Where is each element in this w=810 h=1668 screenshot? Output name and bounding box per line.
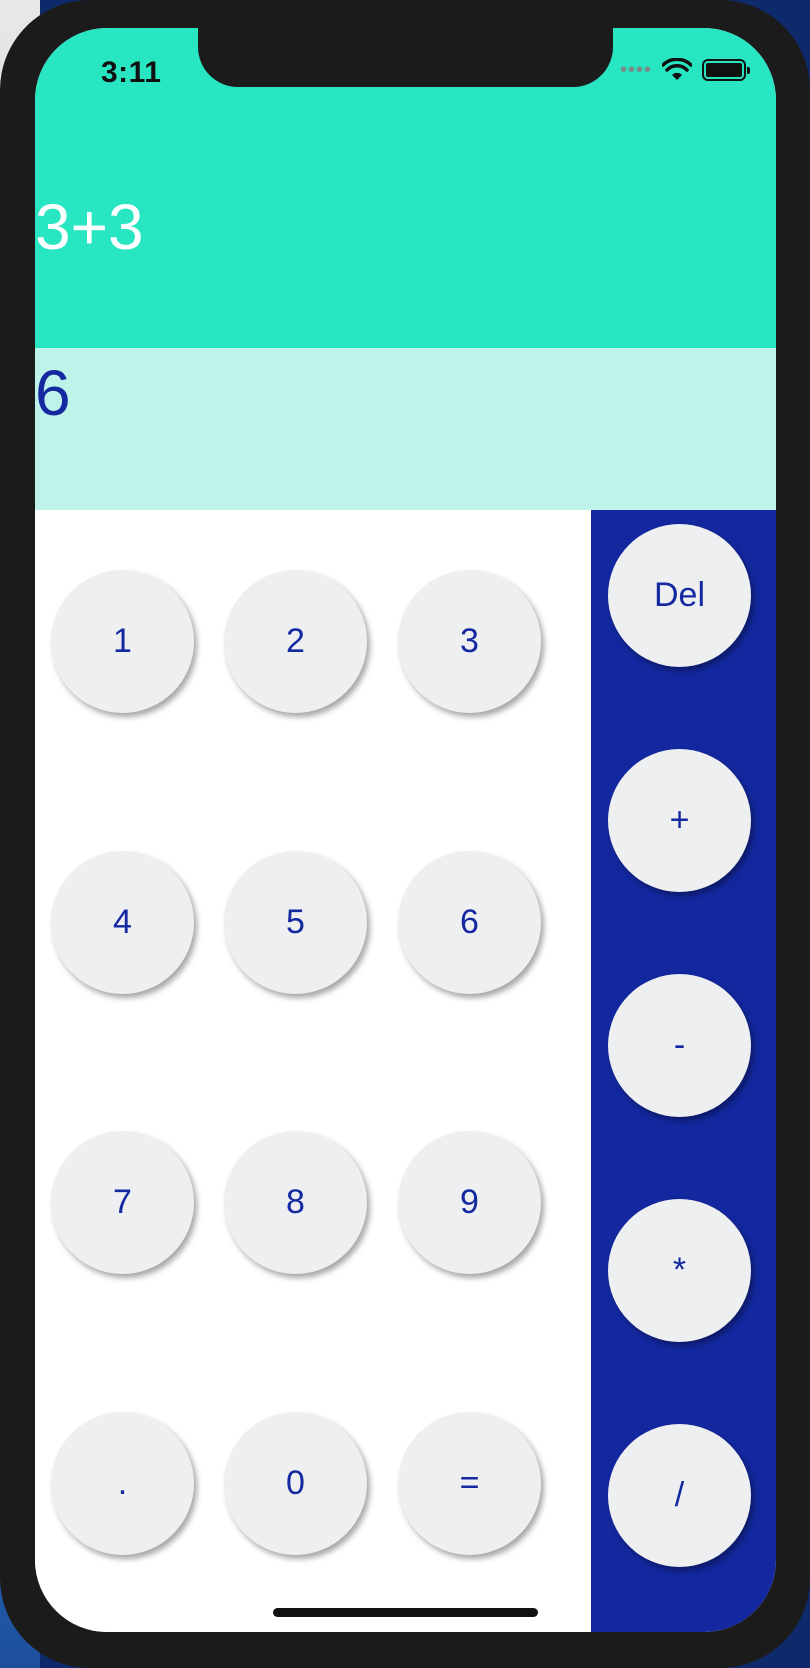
key-6[interactable]: 6 bbox=[398, 851, 541, 994]
key-8[interactable]: 8 bbox=[224, 1131, 367, 1274]
battery-level bbox=[706, 63, 742, 77]
divide-button[interactable]: / bbox=[608, 1424, 751, 1567]
add-button[interactable]: + bbox=[608, 749, 751, 892]
operator-panel: Del + - * / bbox=[591, 510, 776, 1632]
wifi-icon bbox=[662, 58, 692, 80]
key-2[interactable]: 2 bbox=[224, 570, 367, 713]
multiply-button[interactable]: * bbox=[608, 1199, 751, 1342]
key-3[interactable]: 3 bbox=[398, 570, 541, 713]
app-screen: 3:11 •••• 3+3 6 1 2 3 4 5 6 7 8 9 . 0 = … bbox=[35, 28, 776, 1632]
key-9[interactable]: 9 bbox=[398, 1131, 541, 1274]
key-decimal[interactable]: . bbox=[51, 1412, 194, 1555]
expression-text: 3+3 bbox=[35, 191, 144, 263]
key-5[interactable]: 5 bbox=[224, 851, 367, 994]
phone-frame: 3:11 •••• 3+3 6 1 2 3 4 5 6 7 8 9 . 0 = … bbox=[0, 0, 810, 1668]
key-1[interactable]: 1 bbox=[51, 570, 194, 713]
status-time: 3:11 bbox=[101, 56, 162, 89]
status-indicators: •••• bbox=[619, 58, 750, 82]
number-keypad: 1 2 3 4 5 6 7 8 9 . 0 = bbox=[35, 510, 591, 1632]
result-text: 6 bbox=[35, 357, 71, 429]
home-indicator[interactable] bbox=[273, 1608, 538, 1617]
key-4[interactable]: 4 bbox=[51, 851, 194, 994]
key-0[interactable]: 0 bbox=[224, 1412, 367, 1555]
key-equals[interactable]: = bbox=[398, 1412, 541, 1555]
subtract-button[interactable]: - bbox=[608, 974, 751, 1117]
delete-button[interactable]: Del bbox=[608, 524, 751, 667]
result-display: 6 bbox=[35, 348, 776, 510]
signal-dots-icon: •••• bbox=[619, 58, 652, 81]
key-7[interactable]: 7 bbox=[51, 1131, 194, 1274]
notch bbox=[198, 28, 613, 87]
battery-icon bbox=[702, 59, 750, 81]
